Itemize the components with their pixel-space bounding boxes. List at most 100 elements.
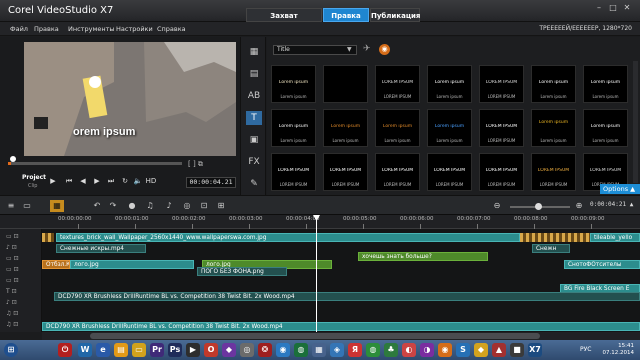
- overlay-clip-tag[interactable]: Отбзл.Ка: [42, 260, 70, 269]
- app-icon-10[interactable]: ◑: [420, 343, 434, 357]
- title-thumbnail[interactable]: Lorem ipsum Lorem ipsum: [531, 65, 576, 103]
- menu-file[interactable]: Файл: [10, 25, 28, 33]
- graphic-icon[interactable]: ▣: [246, 133, 262, 147]
- yandex-icon[interactable]: Я: [348, 343, 362, 357]
- overlay-track-2-icon[interactable]: ▭ ⊡: [6, 266, 34, 274]
- options-button[interactable]: Options ▲: [600, 184, 640, 194]
- motion-track-icon[interactable]: ◎: [180, 200, 194, 212]
- storyboard-view-icon[interactable]: ▦: [50, 200, 64, 212]
- premiere-icon[interactable]: Pr: [150, 343, 164, 357]
- title-thumbnail[interactable]: Lorem ipsum Lorem ipsum: [583, 109, 628, 147]
- menu-help[interactable]: Справка: [157, 25, 186, 33]
- title-clip-2[interactable]: ПОГО БЕЗ ФОНА.png: [197, 267, 287, 276]
- audio-clip-1b[interactable]: Снежн: [532, 244, 570, 253]
- title-thumbnail[interactable]: Lorem ipsum Lorem ipsum: [271, 65, 316, 103]
- tab-share[interactable]: Публикация: [370, 8, 420, 22]
- title-thumbnail[interactable]: Lorem ipsum Lorem ipsum: [531, 109, 576, 147]
- auto-music-icon[interactable]: ♪: [162, 200, 176, 212]
- taskbar-clock[interactable]: 15:41 07.12.2014: [603, 343, 635, 357]
- favorite-icon[interactable]: ✈: [363, 44, 374, 55]
- app-icon-13[interactable]: ◆: [474, 343, 488, 357]
- hd-toggle[interactable]: HD: [144, 176, 158, 186]
- overlay-track-1-icon[interactable]: ▭ ⊡: [6, 255, 34, 263]
- zoom-out-icon[interactable]: ⊖: [490, 200, 504, 212]
- word-icon[interactable]: W: [78, 343, 92, 357]
- instant-project-icon[interactable]: ▤: [246, 67, 262, 81]
- multi-cam-icon[interactable]: ⊞: [214, 200, 228, 212]
- minimize-icon[interactable]: –: [594, 3, 604, 13]
- title-thumbnail[interactable]: LOREM IPSUM LOREM IPSUM: [479, 109, 524, 147]
- timeline-playhead[interactable]: [316, 215, 317, 332]
- play-icon[interactable]: ▶: [48, 176, 58, 186]
- close-icon[interactable]: ✕: [622, 3, 632, 13]
- media-player-icon[interactable]: ▶: [186, 343, 200, 357]
- sound-mixer-icon[interactable]: ♫: [143, 200, 157, 212]
- music-track-icon[interactable]: ♫ ⊡: [6, 310, 34, 318]
- title-thumbnail[interactable]: Lorem ipsum Lorem ipsum: [427, 109, 472, 147]
- music-clip-1[interactable]: DCD790 XR Brushless DrillRuntime BL vs. …: [54, 292, 640, 301]
- preview-video[interactable]: orem ipsum: [24, 42, 236, 156]
- timeline-scroll-thumb[interactable]: [90, 333, 540, 339]
- add-title-icon[interactable]: ◉: [379, 44, 390, 55]
- overlay-track-3-icon[interactable]: ▭ ⊡: [6, 277, 34, 285]
- scrub-bar[interactable]: [8, 162, 182, 165]
- title-thumbnail[interactable]: Lorem ipsum Lorem ipsum: [271, 109, 316, 147]
- app-icon-3[interactable]: ❂: [258, 343, 272, 357]
- video-clip-end[interactable]: tileable_yello: [590, 233, 640, 242]
- record-icon[interactable]: ●: [125, 200, 139, 212]
- chrome-icon[interactable]: ◍: [366, 343, 380, 357]
- folder-icon[interactable]: ▭: [132, 343, 146, 357]
- title-clip[interactable]: хочешь знать больше?: [358, 252, 488, 261]
- photoshop-icon[interactable]: Ps: [168, 343, 182, 357]
- path-icon[interactable]: ✎: [246, 177, 262, 191]
- app-icon-11[interactable]: ◉: [438, 343, 452, 357]
- audio-clip-1[interactable]: Снежные искры.mp4: [56, 244, 146, 253]
- video-track-icon[interactable]: ▭ ⊡: [6, 233, 34, 241]
- title-track-icon[interactable]: T ⊡: [6, 288, 34, 296]
- app-icon-14[interactable]: ▲: [492, 343, 506, 357]
- mark-in-out-icon[interactable]: [ ] ⧉: [188, 160, 203, 169]
- preview-timecode[interactable]: 00:00:04.21: [186, 177, 236, 188]
- zoom-in-icon[interactable]: ⊕: [572, 200, 586, 212]
- video-clip-bg[interactable]: textures_brick_wall_Wallpaper_2560x1440_…: [56, 233, 520, 242]
- volume-icon[interactable]: 🔈: [133, 176, 143, 186]
- app-icon-7[interactable]: ◈: [330, 343, 344, 357]
- title-thumbnail[interactable]: LOREM IPSUM LOREM IPSUM: [375, 153, 420, 191]
- app-icon-1[interactable]: ◆: [222, 343, 236, 357]
- home-icon[interactable]: ⏮: [64, 176, 74, 186]
- clip-mode-label[interactable]: Clip: [28, 183, 37, 189]
- title-thumbnail[interactable]: LOREM IPSUM LOREM IPSUM: [375, 65, 420, 103]
- title-thumbnail[interactable]: LOREM IPSUM LOREM IPSUM: [531, 153, 576, 191]
- videostudio-icon[interactable]: X7: [528, 343, 542, 357]
- maximize-icon[interactable]: □: [608, 3, 618, 13]
- video-clip-start[interactable]: [42, 233, 54, 242]
- title-thumbnail[interactable]: [323, 65, 368, 103]
- title-thumbnail[interactable]: Lorem ipsum Lorem ipsum: [583, 65, 628, 103]
- title-thumbnail[interactable]: LOREM IPSUM LOREM IPSUM: [479, 65, 524, 103]
- app-icon-9[interactable]: ◐: [402, 343, 416, 357]
- end-icon[interactable]: ⏭: [106, 176, 116, 186]
- scrub-handle[interactable]: [10, 156, 16, 162]
- app-icon-2[interactable]: ◎: [240, 343, 254, 357]
- title-thumbnail[interactable]: LOREM IPSUM LOREM IPSUM: [427, 153, 472, 191]
- redo-icon[interactable]: ↷: [106, 200, 120, 212]
- ie-icon[interactable]: e: [96, 343, 110, 357]
- app-icon-6[interactable]: ▦: [312, 343, 326, 357]
- music-track-2-icon[interactable]: ♫ ⊡: [6, 321, 34, 329]
- project-mode-label[interactable]: Project: [22, 174, 46, 181]
- timeline-tracks[interactable]: textures_brick_wall_Wallpaper_2560x1440_…: [42, 229, 640, 332]
- app-icon-5[interactable]: ◍: [294, 343, 308, 357]
- power-icon[interactable]: ⏻: [58, 343, 72, 357]
- menu-edit[interactable]: Правка: [34, 25, 59, 33]
- prev-frame-icon[interactable]: ◀: [78, 176, 88, 186]
- title-thumbnail[interactable]: LOREM IPSUM LOREM IPSUM: [271, 153, 316, 191]
- app-icon-12[interactable]: S: [456, 343, 470, 357]
- undo-icon[interactable]: ↶: [90, 200, 104, 212]
- repeat-icon[interactable]: ↻: [120, 176, 130, 186]
- title-thumbnail[interactable]: Lorem ipsum Lorem ipsum: [323, 109, 368, 147]
- voice-track-icon[interactable]: ♪ ⊡: [6, 299, 34, 307]
- tab-capture[interactable]: Захват: [246, 8, 322, 22]
- title-thumbnail[interactable]: LOREM IPSUM LOREM IPSUM: [479, 153, 524, 191]
- menu-settings[interactable]: Настройки: [116, 25, 153, 33]
- start-icon[interactable]: ⊞: [4, 343, 18, 357]
